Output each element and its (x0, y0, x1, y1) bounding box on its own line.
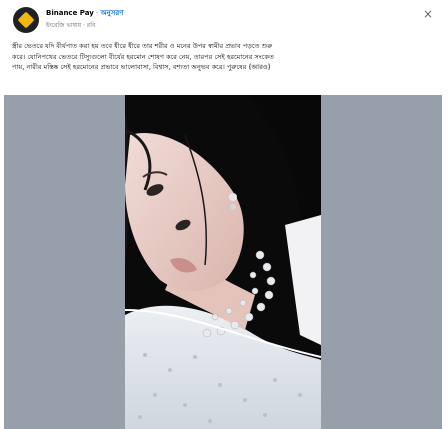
see-more-link[interactable]: (আরও) (248, 63, 270, 71)
post-media[interactable] (4, 95, 442, 429)
author-row: Binance Pay · অনুসরণ (46, 8, 123, 18)
post-text-line-content: পায়, নারীর মস্তিষ্ক সেই হরমোনের প্রভাবে… (12, 63, 247, 71)
post-photo[interactable] (125, 95, 321, 429)
post-text-line: করে। যোনিপথের ভেতরে টিস্যুগুলো বীর্যের হ… (12, 52, 274, 61)
follow-button[interactable]: অনুসরণ (100, 9, 123, 17)
close-icon[interactable]: × (420, 6, 436, 22)
page-avatar[interactable] (13, 7, 39, 33)
binance-logo-icon (17, 11, 35, 29)
page-name-link[interactable]: Binance Pay (46, 9, 94, 17)
portrait-photo-illustration (125, 95, 321, 429)
post-meta: ইংরেজি ভাষায় · রবি (46, 22, 96, 29)
post-header: Binance Pay · অনুসরণ ইংরেজি ভাষায় · রবি… (0, 0, 448, 38)
separator-dot: · (96, 9, 99, 17)
post-text: স্ত্রীর ভেতরে যদি বীর্যপাত করা হয় তবে ধ… (12, 41, 436, 73)
post-text-line: স্ত্রীর ভেতরে যদি বীর্যপাত করা হয় তবে ধ… (12, 42, 273, 50)
post-text-line: পায়, নারীর মস্তিষ্ক সেই হরমোনের প্রভাবে… (12, 62, 436, 73)
feed-post: Binance Pay · অনুসরণ ইংরেজি ভাষায় · রবি… (0, 0, 448, 429)
